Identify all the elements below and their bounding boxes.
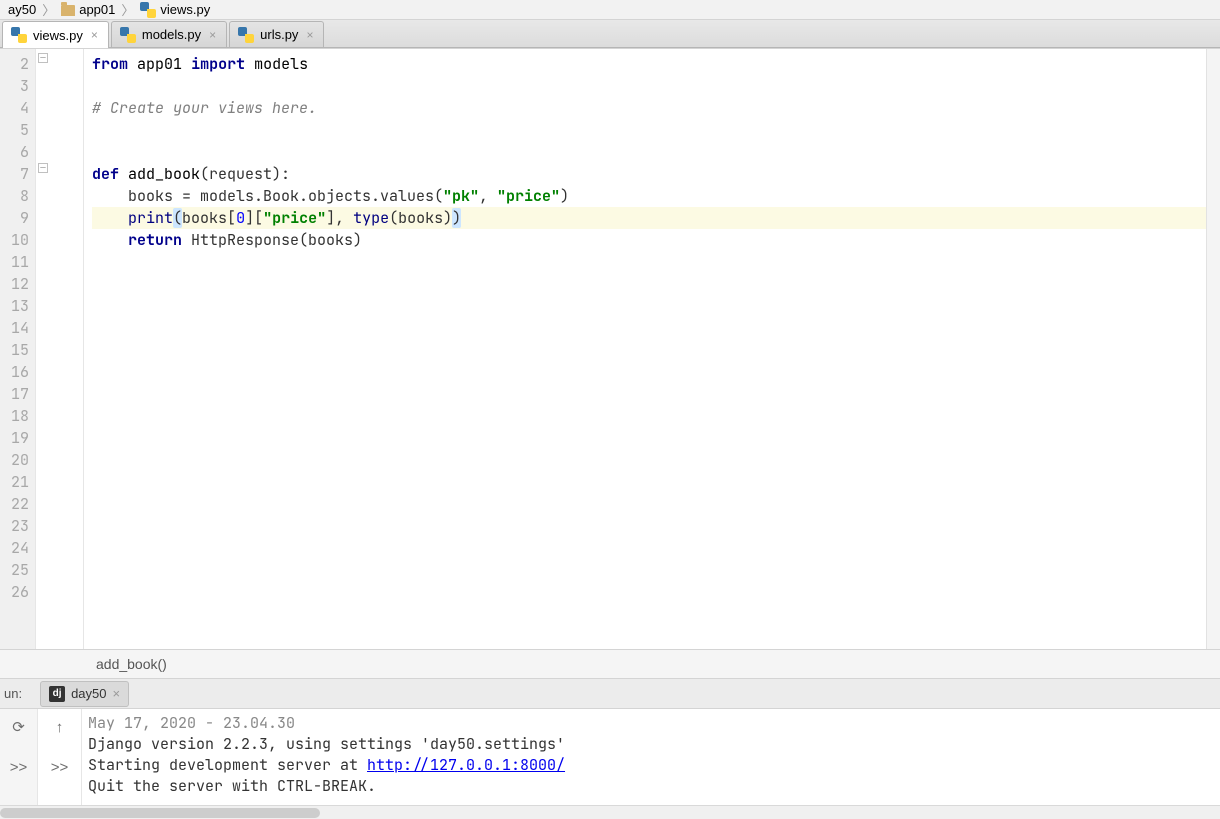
more-icon[interactable]: >>: [50, 757, 70, 777]
python-file-icon: [11, 27, 27, 43]
run-config-tab[interactable]: dj day50 ×: [40, 681, 129, 707]
tab-label: urls.py: [260, 27, 298, 42]
python-file-icon: [120, 27, 136, 43]
console-output[interactable]: May 17, 2020 - 23.04.30Django version 2.…: [82, 709, 1220, 805]
up-icon[interactable]: ↑: [50, 717, 70, 737]
breadcrumb-item-project[interactable]: ay50: [4, 2, 40, 17]
close-icon[interactable]: ×: [89, 28, 100, 42]
horizontal-scrollbar[interactable]: [0, 805, 1220, 819]
editor-tab-bar: views.py × models.py × urls.py ×: [0, 20, 1220, 48]
python-file-icon: [140, 2, 156, 18]
run-toolbar-left: ⟳ >>: [0, 709, 38, 805]
breadcrumb-label: views.py: [160, 2, 210, 17]
folder-icon: [61, 5, 75, 16]
close-icon[interactable]: ×: [304, 28, 315, 42]
run-config-name: day50: [71, 686, 106, 701]
breadcrumb-function: add_book(): [96, 656, 167, 672]
run-toolbar-inner: ↑ >>: [38, 709, 82, 805]
editor-tab-urls[interactable]: urls.py ×: [229, 21, 324, 47]
fold-toggle-icon[interactable]: –: [38, 53, 48, 63]
more-icon[interactable]: >>: [9, 757, 29, 777]
breadcrumb-item-file[interactable]: views.py: [136, 2, 214, 18]
line-number-gutter[interactable]: 2345678910111213141516171819202122232425…: [0, 49, 36, 649]
vertical-scrollbar[interactable]: [1206, 49, 1220, 649]
scrollbar-thumb[interactable]: [0, 808, 320, 818]
ide-window: ay50 〉 app01 〉 views.py views.py × model…: [0, 0, 1220, 819]
run-label: un:: [0, 686, 28, 701]
code-editor[interactable]: from app01 import models# Create your vi…: [84, 49, 1206, 649]
breadcrumb-separator-icon: 〉: [119, 0, 136, 19]
editor-region: 2345678910111213141516171819202122232425…: [0, 48, 1220, 649]
fold-strip[interactable]: – –: [36, 49, 84, 649]
tab-label: views.py: [33, 28, 83, 43]
breadcrumb-label: ay50: [8, 2, 36, 17]
tab-label: models.py: [142, 27, 201, 42]
breadcrumb-separator-icon: 〉: [40, 0, 57, 19]
editor-tab-views[interactable]: views.py ×: [2, 21, 109, 48]
close-icon[interactable]: ×: [207, 28, 218, 42]
run-toolwindow-body: ⟳ >> ↑ >> May 17, 2020 - 23.04.30Django …: [0, 709, 1220, 805]
nav-breadcrumb: ay50 〉 app01 〉 views.py: [0, 0, 1220, 20]
python-file-icon: [238, 27, 254, 43]
run-toolwindow-header: un: dj day50 ×: [0, 679, 1220, 709]
django-icon: dj: [49, 686, 65, 702]
close-icon[interactable]: ×: [113, 686, 121, 701]
breadcrumb-item-app[interactable]: app01: [57, 2, 119, 17]
editor-tab-models[interactable]: models.py ×: [111, 21, 227, 47]
fold-toggle-icon[interactable]: –: [38, 163, 48, 173]
code-structure-breadcrumb[interactable]: add_book(): [0, 649, 1220, 679]
breadcrumb-label: app01: [79, 2, 115, 17]
rerun-icon[interactable]: ⟳: [9, 717, 29, 737]
